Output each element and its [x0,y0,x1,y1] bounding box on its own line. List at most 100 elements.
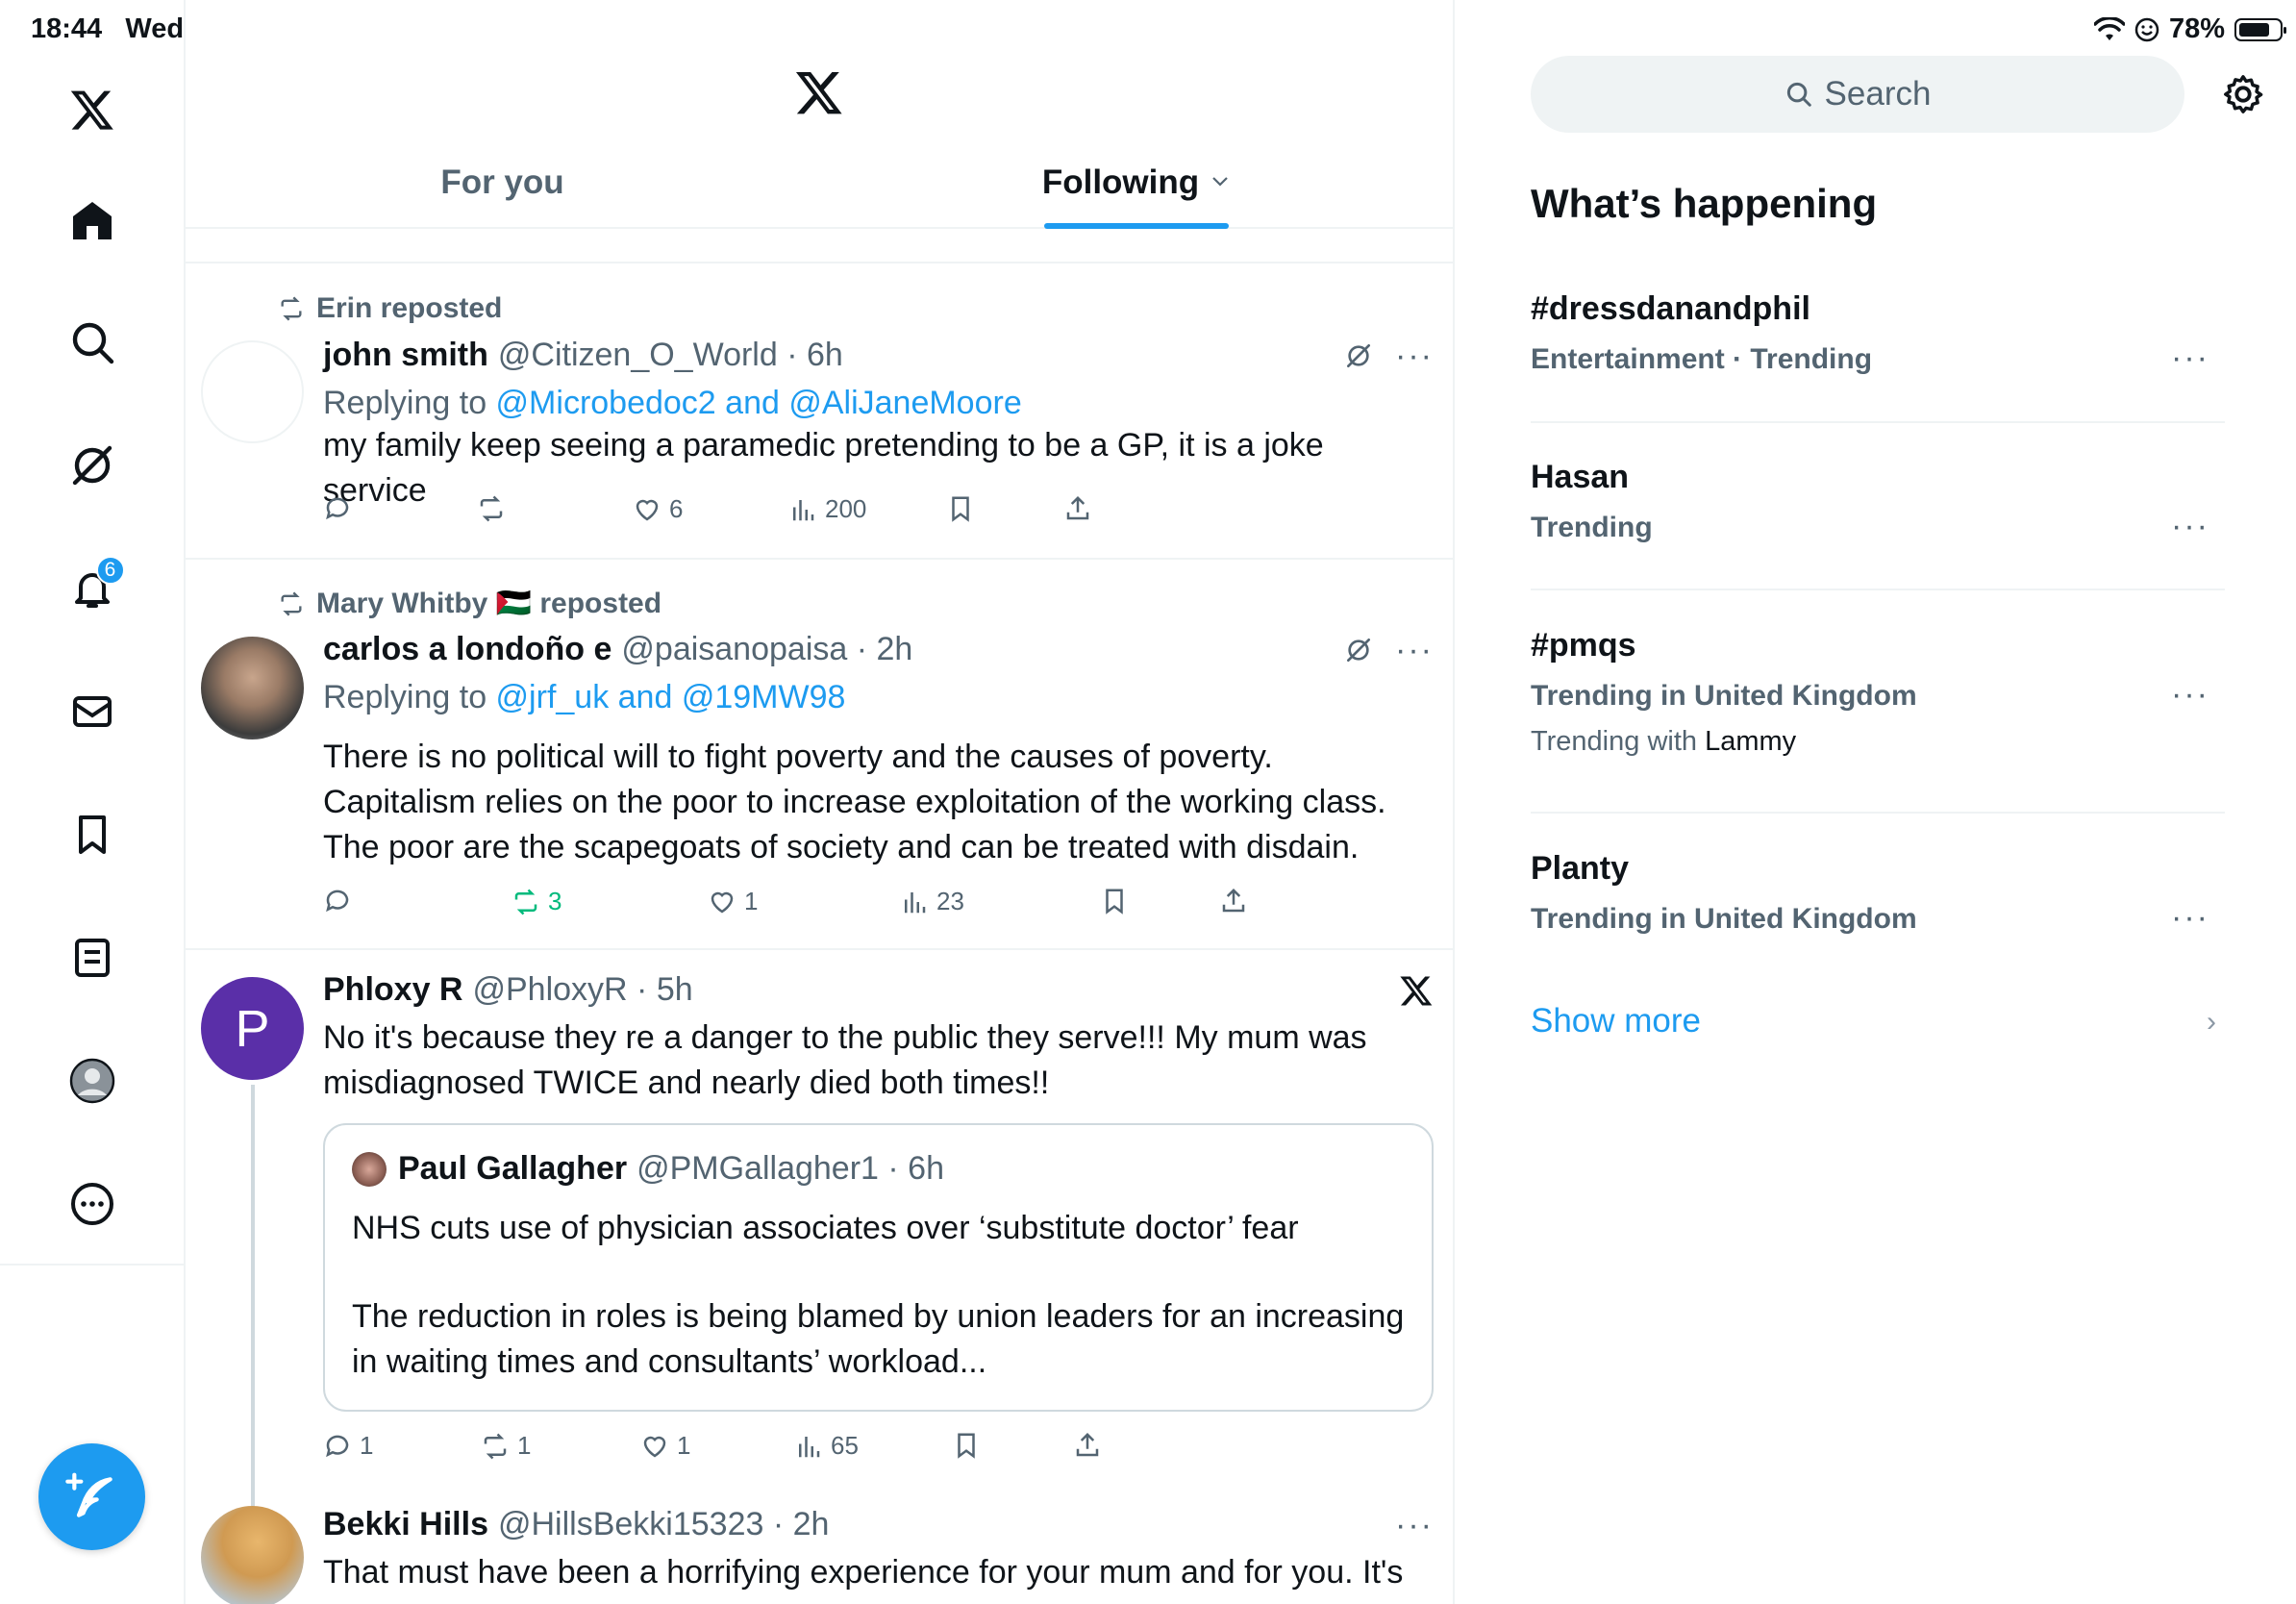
author-handle[interactable]: @PhloxyR · 5h [472,971,692,1009]
search-icon [1786,82,1811,107]
bookmark-button[interactable] [1100,887,1129,915]
quote-author-name: Paul Gallagher [398,1150,628,1187]
like-button[interactable]: 1 [708,887,758,916]
messages-envelope-icon[interactable] [63,683,121,740]
notifications-bell-icon[interactable]: 6 [63,556,125,617]
bookmark-button[interactable] [946,494,975,523]
trend-item[interactable]: Hasan Trending ··· [1531,459,2225,544]
x-logo-icon[interactable] [794,67,844,122]
like-button[interactable]: 1 [640,1431,690,1461]
tab-for-you[interactable]: For you [186,144,819,227]
author-name[interactable]: Bekki Hills [323,1506,488,1543]
chevron-right-icon[interactable]: › [2207,1006,2216,1039]
chevron-down-icon[interactable] [1210,175,1230,188]
right-sidebar: Search What’s happening #dressdanandphil… [1457,0,2296,1604]
compose-feather-icon [64,1472,112,1517]
explore-search-icon[interactable] [63,313,121,371]
avatar[interactable] [201,637,304,739]
bookmarks-icon[interactable] [63,806,121,864]
profile-avatar-icon[interactable] [63,1052,121,1110]
repost-icon [281,591,302,615]
quoted-post[interactable]: Paul Gallagher @PMGallagher1 · 6h NHS cu… [323,1123,1434,1412]
home-icon[interactable] [63,191,121,249]
post-text: That must have been a horrifying experie… [323,1554,1404,1591]
heart-icon [643,1436,666,1457]
trend-item[interactable]: Planty Trending in United Kingdom ··· [1531,850,2225,936]
post[interactable]: Bekki Hills @HillsBekki15323 · 2h ··· Th… [186,1506,1453,1604]
more-options-icon[interactable]: ··· [2171,678,2209,711]
views-icon [793,499,814,520]
more-options-icon[interactable]: ··· [1395,634,1434,666]
divider [1531,421,2225,423]
more-options-icon[interactable]: ··· [2171,901,2209,934]
trend-item[interactable]: #pmqs Trending in United Kingdom Trendin… [1531,627,2225,758]
compose-post-button[interactable] [38,1443,145,1550]
search-placeholder: Search [1824,75,1932,113]
repost-button[interactable] [477,494,506,523]
views-button[interactable]: 65 [794,1431,859,1461]
heart-icon [711,891,734,913]
grok-icon[interactable] [1343,635,1374,665]
whats-happening-title: What’s happening [1531,181,1878,226]
share-button[interactable] [1073,1431,1102,1460]
lists-icon[interactable] [63,929,121,987]
divider [1531,812,2225,814]
tab-following[interactable]: Following [819,144,1453,229]
notification-badge: 6 [95,556,125,585]
repost-button[interactable]: 1 [481,1431,531,1461]
timeline-header: For you Following [186,0,1453,229]
repost-icon [514,889,537,915]
reply-button[interactable] [323,494,352,523]
share-icon [1222,888,1245,913]
author-name[interactable]: carlos a londoño e [323,631,611,668]
post[interactable]: P Phloxy R @PhloxyR · 5h No it's because… [186,950,1453,1604]
x-logo-icon[interactable] [1399,973,1434,1008]
post[interactable]: Erin reposted john smith @Citizen_O_Worl… [186,263,1453,560]
more-options-icon[interactable] [63,1175,121,1233]
share-button[interactable] [1219,887,1248,915]
share-icon [1066,495,1089,520]
views-button[interactable]: 200 [788,494,866,524]
author-handle[interactable]: @paisanopaisa · 2h [621,631,912,668]
reply-mentions[interactable]: @jrf_uk and @19MW98 [496,679,846,715]
reply-mentions[interactable]: @Microbedoc2 and @AliJaneMoore [496,385,1022,421]
bookmark-button[interactable] [952,1431,981,1460]
author-handle[interactable]: @Citizen_O_World · 6h [498,337,843,374]
quote-headline: NHS cuts use of physician associates ove… [352,1210,1299,1246]
more-options-icon[interactable]: ··· [2171,341,2209,374]
author-handle[interactable]: @HillsBekki15323 · 2h [498,1506,829,1543]
quote-avatar[interactable] [352,1151,387,1187]
show-more-link[interactable]: Show more [1531,1002,1701,1040]
post[interactable]: Mary Whitby 🇵🇸 reposted carlos a londoño… [186,560,1453,950]
quote-header: Paul Gallagher @PMGallagher1 · 6h [352,1150,944,1188]
reply-button[interactable]: 1 [323,1431,373,1461]
x-logo-icon[interactable] [63,81,121,138]
post-header: john smith @Citizen_O_World · 6h ··· [323,337,1434,374]
reply-button[interactable] [323,887,352,915]
views-button[interactable]: 23 [900,887,964,916]
settings-gear-icon[interactable] [2221,72,2265,121]
share-button[interactable] [1063,494,1092,523]
avatar[interactable]: P [201,977,304,1080]
search-input[interactable]: Search [1531,56,2184,133]
more-options-icon[interactable]: ··· [2171,510,2209,542]
grok-icon[interactable] [63,437,121,494]
more-options-icon[interactable]: ··· [1395,1509,1434,1541]
post-actions: 1 1 1 65 [323,1431,1434,1469]
repost-indicator: Erin reposted [276,292,502,325]
repost-button[interactable]: 3 [512,887,562,916]
trend-item[interactable]: #dressdanandphil Entertainment · Trendin… [1531,290,2225,376]
avatar[interactable] [201,1506,304,1604]
views-icon [905,891,926,913]
grok-icon[interactable] [1343,340,1374,371]
author-name[interactable]: john smith [323,337,488,374]
like-button[interactable]: 6 [633,494,683,524]
post-text: No it's because they re a danger to the … [323,1019,1367,1101]
heart-icon [636,499,659,520]
more-options-icon[interactable]: ··· [1395,339,1434,372]
avatar[interactable] [201,340,304,443]
bookmark-icon [958,1433,975,1459]
left-nav: 6 [0,0,186,1604]
reply-icon [326,890,349,913]
author-name[interactable]: Phloxy R [323,971,462,1009]
